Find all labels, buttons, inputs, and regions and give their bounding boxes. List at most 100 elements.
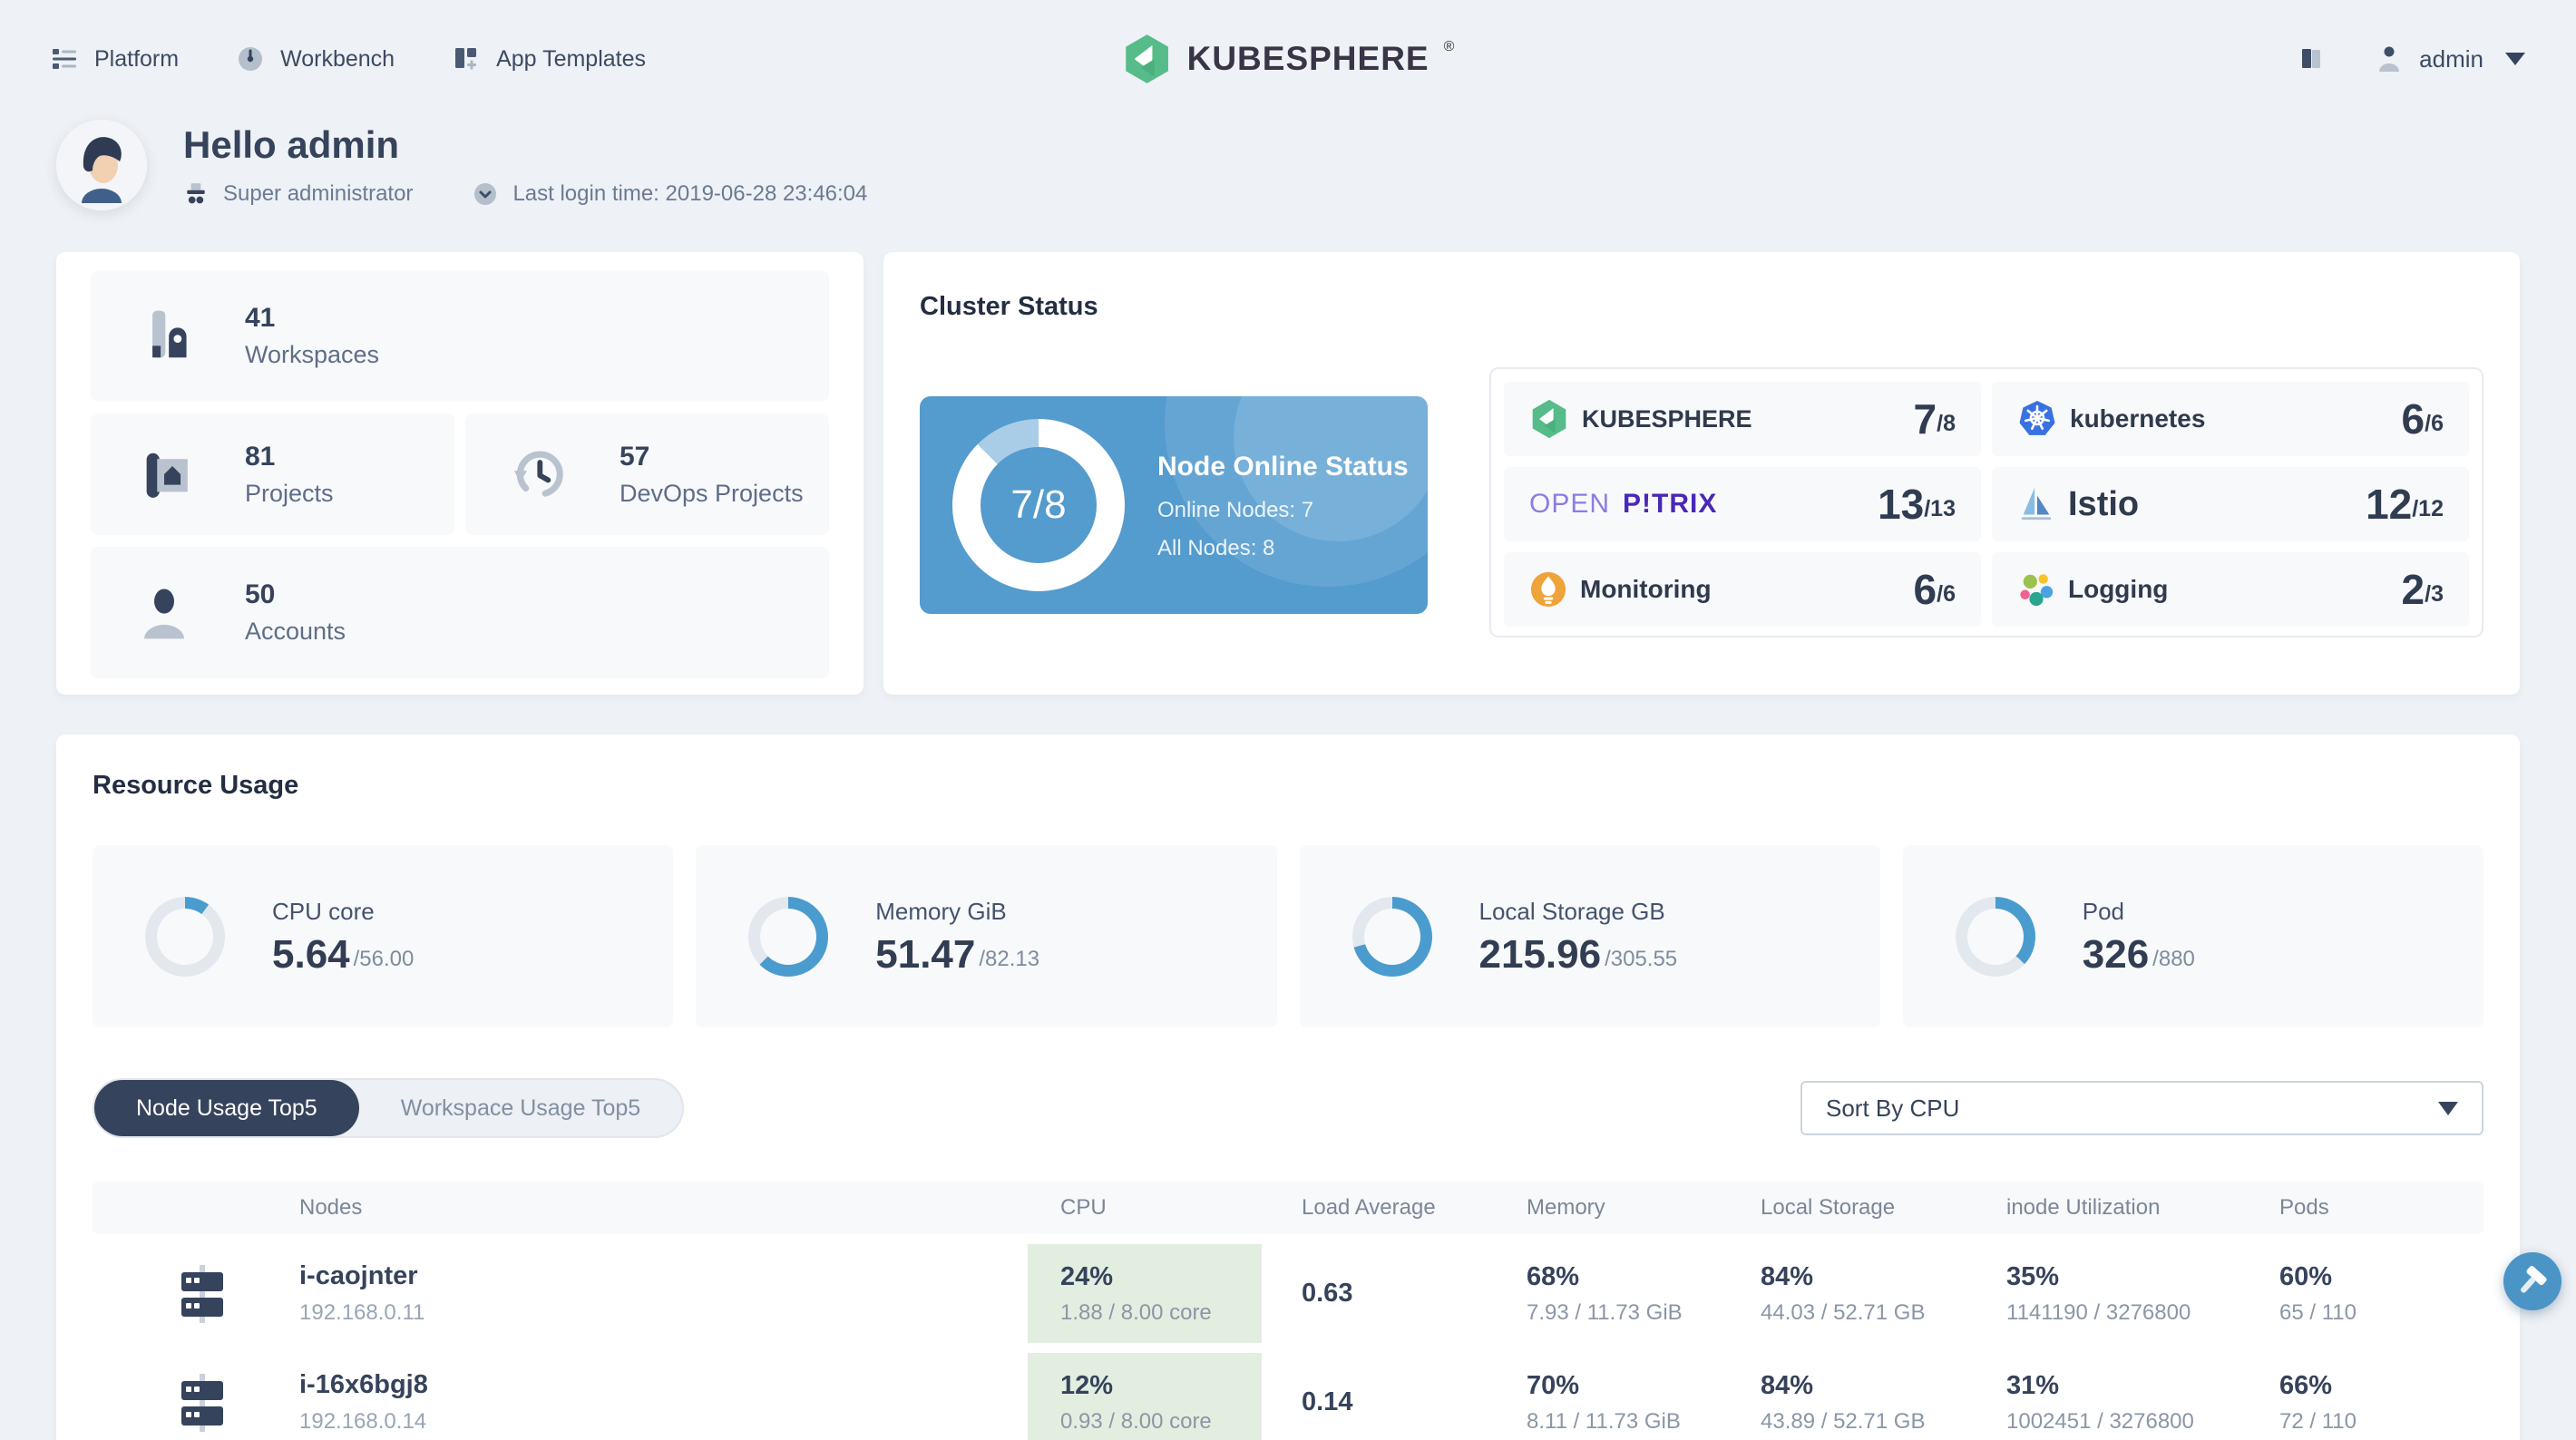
node-online-title: Node Online Status — [1157, 451, 1409, 482]
table-row[interactable]: i-16x6bgj8 192.168.0.14 12% 0.93 / 8.00 … — [93, 1353, 2483, 1440]
pods-percent: 66% — [2279, 1370, 2333, 1400]
header-pods: Pods — [2279, 1195, 2329, 1220]
resource-usage-card: Resource Usage CPU core 5.64 /56.00 Memo… — [56, 735, 2520, 1440]
platform-icon — [53, 49, 76, 69]
tab-node-usage-top5[interactable]: Node Usage Top5 — [94, 1080, 359, 1136]
gauge-cpu: CPU core 5.64 /56.00 — [93, 845, 674, 1027]
component-openpitrix-value: 13 /13 — [1878, 483, 1956, 525]
nav-app-templates[interactable]: App Templates — [453, 45, 646, 73]
stat-accounts-label: Accounts — [245, 618, 346, 645]
node-name-block: i-caojnter 192.168.0.11 — [299, 1261, 424, 1326]
hero-section: Hello admin Super administrator Last log… — [0, 120, 2576, 210]
component-monitoring: Monitoring 6 /6 — [1504, 552, 1981, 627]
component-logging-value: 2 /3 — [2402, 569, 2444, 610]
devops-history-icon — [513, 451, 563, 498]
cpu-detail: 1.88 / 8.00 core — [1060, 1299, 1212, 1325]
toolbox-button[interactable] — [2503, 1252, 2561, 1310]
gauge-memory-total: /82.13 — [979, 947, 1040, 971]
nav-workbench-label: Workbench — [280, 45, 395, 72]
gauge-cpu-total: /56.00 — [353, 947, 415, 971]
storage-percent: 84% — [1761, 1370, 1814, 1400]
workspaces-icon — [152, 310, 187, 357]
storage-gauge-donut — [1351, 896, 1432, 977]
nav-platform[interactable]: Platform — [51, 45, 179, 73]
value-big: 13 — [1878, 481, 1925, 528]
stat-projects[interactable]: 81 Projects — [91, 414, 454, 535]
cpu-gauge-donut — [145, 896, 225, 977]
node-name: i-caojnter — [299, 1261, 418, 1290]
component-logging-label: Logging — [2068, 575, 2169, 603]
component-kubernetes-label: kubernetes — [2070, 404, 2206, 433]
inode-percent: 35% — [2006, 1261, 2060, 1291]
cell-memory: 68% 7.93 / 11.73 GiB — [1527, 1262, 1761, 1326]
value-total: /3 — [2425, 581, 2444, 607]
stat-projects-label: Projects — [245, 479, 334, 507]
node-online-panel[interactable]: 7/8 Node Online Status Online Nodes: 7 A… — [920, 396, 1428, 614]
component-kubernetes: kubernetes 6 /6 — [1992, 382, 2469, 456]
istio-icon — [2021, 487, 2052, 521]
resource-usage-title: Resource Usage — [93, 771, 299, 800]
component-istio-logo: Istio — [2017, 485, 2139, 524]
app-templates-icon — [455, 48, 477, 70]
user-menu[interactable]: admin — [2376, 44, 2525, 73]
sort-by-select[interactable]: Sort By CPU — [1800, 1081, 2483, 1135]
node-ip: 192.168.0.11 — [299, 1300, 425, 1325]
gauge-memory-text: Memory GiB 51.47 /82.13 — [875, 898, 1039, 975]
user-name: admin — [2419, 44, 2483, 73]
nav-platform-label: Platform — [94, 45, 180, 72]
gauge-cpu-label: CPU core — [272, 898, 375, 925]
storage-detail: 44.03 / 52.71 GB — [1761, 1299, 1926, 1325]
memory-detail: 8.11 / 11.73 GiB — [1527, 1408, 1681, 1434]
platform-stats-card: 41 Workspaces 81 Projects 57 DevOps Proj… — [56, 252, 864, 695]
inode-percent: 31% — [2006, 1370, 2060, 1400]
stat-devops-value: 57 — [620, 441, 650, 472]
stat-workspaces[interactable]: 41 Workspaces — [91, 270, 829, 402]
component-istio-label: Istio — [2068, 484, 2140, 523]
storage-percent: 84% — [1761, 1261, 1814, 1291]
header-load-average: Load Average — [1302, 1195, 1436, 1220]
gauge-pod-text: Pod 326 /880 — [2083, 898, 2195, 975]
last-login-label: Last login time: 2019-06-28 23:46:04 — [512, 181, 868, 206]
cluster-status-title: Cluster Status — [920, 292, 1098, 321]
brand-registered-mark: ® — [1443, 39, 1455, 54]
stat-accounts-text: 50 Accounts — [245, 579, 346, 646]
workbench-icon — [239, 47, 263, 71]
documentation-icon[interactable] — [2298, 45, 2325, 73]
component-kubesphere-label: KUBESPHERE — [1582, 404, 1752, 433]
role-label: Super administrator — [223, 181, 414, 206]
value-total: /12 — [2412, 496, 2444, 521]
greeting-title: Hello admin — [183, 123, 400, 166]
component-kubernetes-value: 6 /6 — [2402, 398, 2444, 440]
online-nodes-line: Online Nodes: 7 — [1157, 498, 1314, 523]
stat-accounts-value: 50 — [245, 579, 276, 609]
chevron-down-icon — [2505, 53, 2525, 65]
node-usage-table: Nodes CPU Load Average Memory Local Stor… — [93, 1182, 2483, 1440]
header-cpu: CPU — [1060, 1195, 1107, 1220]
monitoring-icon — [1530, 571, 1566, 608]
cell-pods: 60% 65 / 110 — [2279, 1262, 2483, 1326]
node-name: i-16x6bgj8 — [299, 1370, 428, 1399]
kubesphere-logo-icon — [1126, 34, 1168, 83]
pods-detail: 72 / 110 — [2279, 1408, 2356, 1434]
component-kubernetes-logo: kubernetes — [2017, 399, 2205, 439]
component-logging: Logging 2 /3 — [1992, 552, 2469, 627]
table-row[interactable]: i-caojnter 192.168.0.11 24% 1.88 / 8.00 … — [93, 1244, 2483, 1343]
cell-node: i-16x6bgj8 192.168.0.14 — [93, 1353, 1028, 1440]
kubesphere-brand[interactable]: KUBESPHERE ® — [1122, 34, 1455, 84]
table-header-row: Nodes CPU Load Average Memory Local Stor… — [93, 1182, 2483, 1234]
component-kubesphere-logo: KUBESPHERE — [1529, 399, 1752, 439]
cell-inode-utilization: 31% 1002451 / 3276800 — [2006, 1371, 2279, 1435]
node-ip: 192.168.0.14 — [299, 1409, 427, 1434]
value-big: 6 — [2401, 395, 2425, 443]
memory-gauge-donut — [748, 896, 829, 977]
component-istio-value: 12 /12 — [2366, 483, 2444, 525]
top-bar: Platform Workbench App Templates KUBESPH… — [0, 0, 2576, 118]
nav-workbench[interactable]: Workbench — [237, 45, 395, 73]
tab-workspace-usage-top5[interactable]: Workspace Usage Top5 — [359, 1080, 683, 1136]
cpu-percent: 24% — [1060, 1261, 1114, 1291]
gauge-local-storage: Local Storage GB 215.96 /305.55 — [1299, 845, 1880, 1027]
stat-accounts[interactable]: 50 Accounts — [91, 547, 829, 678]
component-logging-logo: Logging — [2017, 570, 2168, 608]
memory-percent: 68% — [1527, 1261, 1580, 1291]
stat-devops-projects[interactable]: 57 DevOps Projects — [465, 414, 829, 535]
